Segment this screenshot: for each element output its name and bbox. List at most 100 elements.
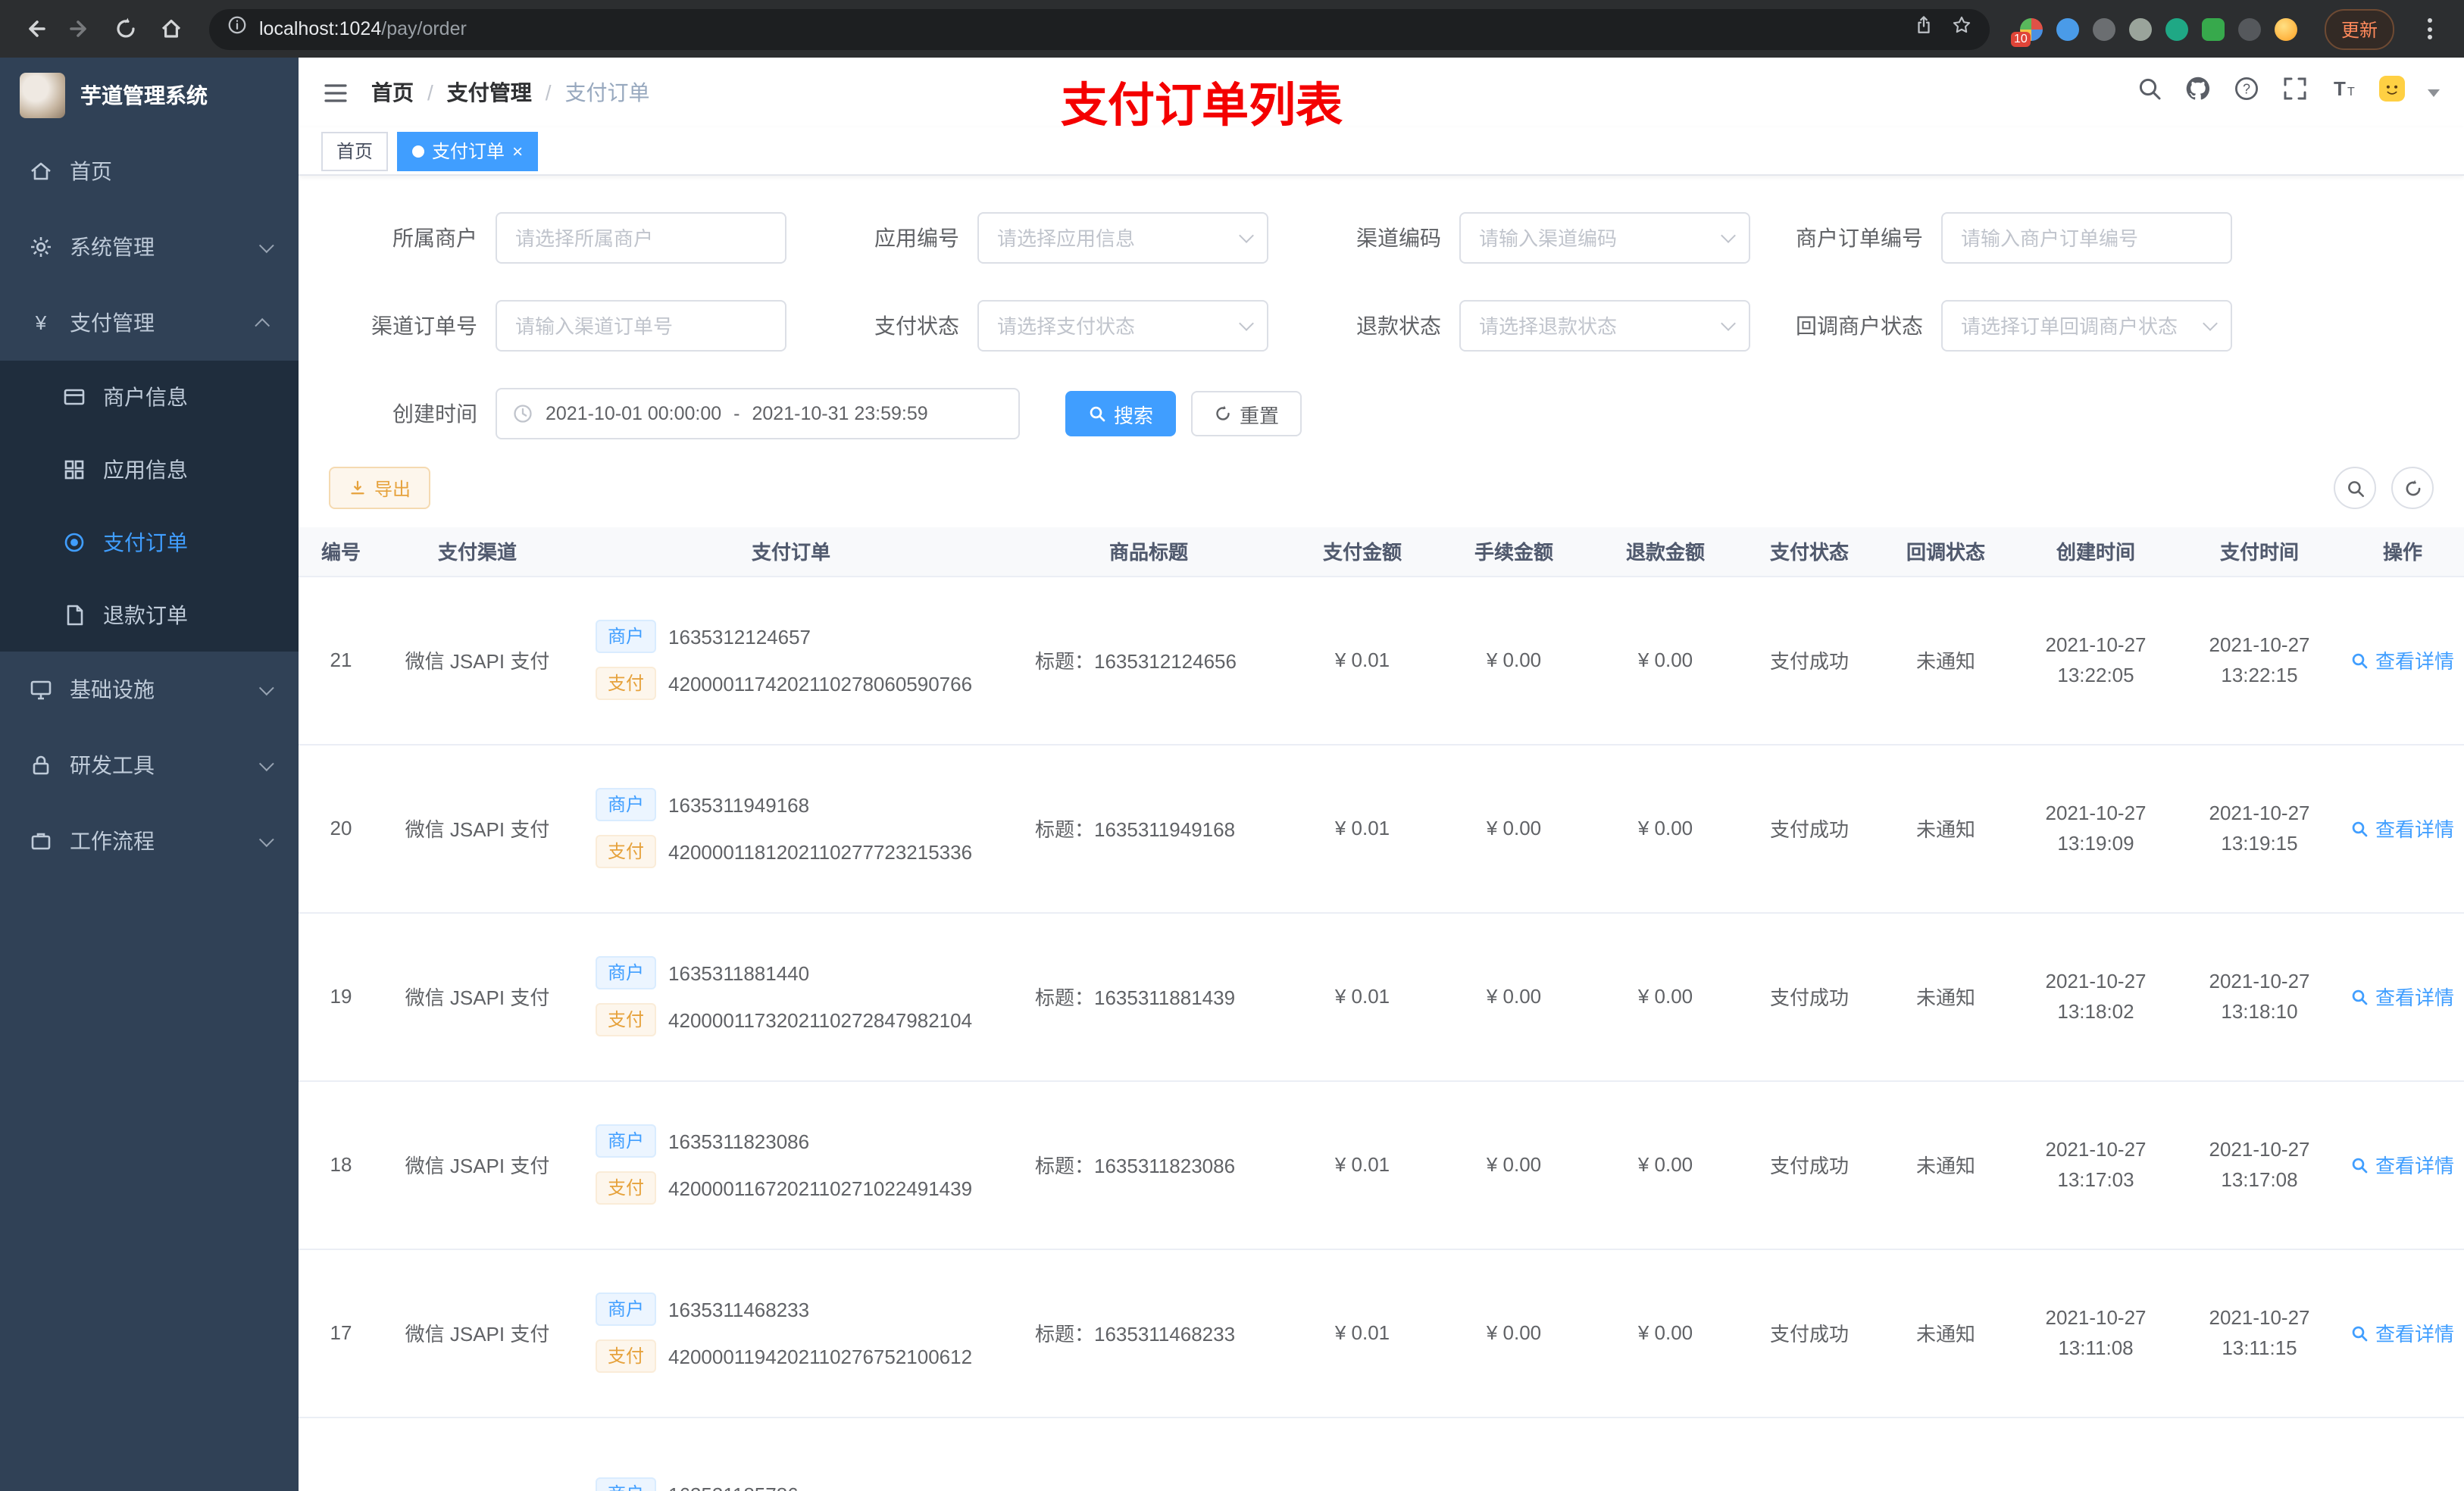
sidebar-item-dev-tools[interactable]: 研发工具 — [0, 727, 299, 803]
search-icon — [2353, 1325, 2369, 1341]
view-detail-link[interactable]: 查看详情 — [2351, 1318, 2454, 1347]
extension-blue-icon[interactable] — [2056, 17, 2079, 40]
site-info-icon[interactable] — [227, 15, 247, 42]
caret-down-icon[interactable] — [2428, 89, 2440, 96]
toggle-search-button[interactable] — [2334, 467, 2376, 509]
tab-pay-order[interactable]: 支付订单 × — [397, 131, 539, 170]
home-icon[interactable] — [152, 9, 191, 48]
table-body: 21 微信 JSAPI 支付 商户 1635312124657 支付 42000… — [299, 576, 2464, 1491]
sidebar-item-payment[interactable]: ¥ 支付管理 — [0, 285, 299, 361]
cell-pay-status: 支付成功 — [1741, 744, 1878, 913]
bookmark-star-icon[interactable] — [1952, 15, 1972, 42]
merchant-order-no-input[interactable] — [1941, 212, 2232, 264]
cell-pay-order: 商户 163531185786 — [571, 1417, 1011, 1491]
yen-icon: ¥ — [35, 311, 47, 334]
github-icon[interactable] — [2185, 76, 2211, 109]
font-size-icon[interactable]: TT — [2331, 76, 2356, 109]
table-toolbar: 导出 — [299, 467, 2464, 509]
cell-amount — [1287, 1417, 1438, 1491]
cell-fee: ¥ 0.00 — [1438, 576, 1590, 745]
reload-icon[interactable] — [106, 9, 145, 48]
field-label: 所属商户 — [392, 226, 477, 250]
cell-create-time: 2021-10-27 13:19:09 — [2014, 744, 2178, 913]
extension-dark-icon[interactable] — [2237, 17, 2261, 40]
sidebar-item-system[interactable]: 系统管理 — [0, 209, 299, 285]
logo-title: 芋道管理系统 — [80, 83, 208, 108]
app-select[interactable] — [977, 212, 1268, 264]
refund-status-select[interactable] — [1459, 300, 1750, 352]
cell-id: 17 — [299, 1249, 383, 1418]
merchant-order-no: 1635311949168 — [668, 793, 810, 816]
pay-status-select[interactable] — [977, 300, 1268, 352]
extension-badge: 10 — [2010, 31, 2031, 46]
help-icon[interactable]: ? — [2234, 76, 2259, 109]
column-header: 支付订单 — [571, 527, 1011, 577]
breadcrumb-home[interactable]: 首页 — [371, 77, 414, 108]
avatar[interactable] — [2379, 76, 2405, 109]
extension-grid-icon[interactable]: 10 — [2010, 17, 2043, 46]
cell-fee: ¥ 0.00 — [1438, 744, 1590, 913]
export-button[interactable]: 导出 — [329, 467, 431, 509]
browser-update-button[interactable]: 更新 — [2324, 8, 2394, 49]
back-icon[interactable] — [15, 9, 55, 48]
reset-button[interactable]: 重置 — [1191, 391, 1302, 436]
extension-green-icon[interactable] — [2201, 17, 2225, 40]
forward-icon[interactable] — [61, 9, 100, 48]
cell-actions: 查看详情 — [2341, 912, 2464, 1081]
cell-channel: 微信 JSAPI 支付 — [383, 1080, 571, 1249]
view-detail-link[interactable]: 查看详情 — [2351, 1150, 2454, 1179]
cell-title: 标题：1635311468233 — [1011, 1249, 1287, 1418]
cell-amount: ¥ 0.01 — [1287, 744, 1438, 913]
extension-gray-icon[interactable] — [2092, 17, 2115, 40]
refresh-icon — [2405, 479, 2420, 495]
cell-notify-status: 未通知 — [1878, 1080, 2014, 1249]
browser-menu-icon[interactable] — [2409, 9, 2449, 48]
channel-order-no-input[interactable] — [496, 300, 786, 352]
breadcrumb-pay-management[interactable]: 支付管理 — [447, 77, 532, 108]
merchant-tag: 商户 — [596, 1477, 657, 1491]
view-detail-link[interactable]: 查看详情 — [2351, 982, 2454, 1011]
tab-home[interactable]: 首页 — [321, 131, 389, 170]
sidebar-item-pay-order[interactable]: 支付订单 — [0, 506, 299, 579]
sidebar-item-home[interactable]: 首页 — [0, 133, 299, 209]
cell-actions — [2341, 1417, 2464, 1491]
view-detail-link[interactable]: 查看详情 — [2351, 645, 2454, 674]
sidebar-item-infrastructure[interactable]: 基础设施 — [0, 652, 299, 727]
date-start: 2021-10-01 00:00:00 — [546, 403, 722, 424]
refresh-table-button[interactable] — [2391, 467, 2434, 509]
sidebar-item-workflow[interactable]: 工作流程 — [0, 803, 299, 879]
cell-fee — [1438, 1417, 1590, 1491]
search-icon — [2353, 1157, 2369, 1173]
extension-sage-icon[interactable] — [2128, 17, 2152, 40]
cell-pay-status: 支付成功 — [1741, 1080, 1878, 1249]
cell-refund: ¥ 0.00 — [1590, 744, 1741, 913]
view-detail-link[interactable]: 查看详情 — [2351, 814, 2454, 842]
url-bar[interactable]: localhost:1024/pay/order — [209, 8, 1990, 49]
extension-emoji-icon[interactable] — [2274, 17, 2297, 40]
cell-notify-status: 未通知 — [1878, 576, 2014, 745]
cell-title — [1011, 1417, 1287, 1491]
column-header: 支付金额 — [1287, 527, 1438, 577]
column-header: 退款金额 — [1590, 527, 1741, 577]
cell-pay-status: 支付成功 — [1741, 912, 1878, 1081]
sidebar-item-app-info[interactable]: 应用信息 — [0, 433, 299, 506]
sidebar-item-refund-order[interactable]: 退款订单 — [0, 579, 299, 652]
extension-teal-icon[interactable] — [2165, 17, 2188, 40]
close-icon[interactable]: × — [512, 142, 523, 160]
search-button[interactable]: 搜索 — [1065, 391, 1177, 436]
share-icon[interactable] — [1914, 15, 1934, 42]
svg-text:T: T — [2334, 77, 2346, 100]
hamburger-icon[interactable] — [323, 80, 349, 105]
sidebar-item-merchant-info[interactable]: 商户信息 — [0, 361, 299, 433]
date-range-picker[interactable]: 2021-10-01 00:00:00 - 2021-10-31 23:59:5… — [496, 388, 1020, 439]
date-end: 2021-10-31 23:59:59 — [752, 403, 928, 424]
fullscreen-icon[interactable] — [2282, 76, 2308, 109]
search-icon[interactable] — [2137, 76, 2162, 109]
channel-code-select[interactable] — [1459, 212, 1750, 264]
notify-status-select[interactable] — [1941, 300, 2232, 352]
chevron-down-icon — [258, 831, 274, 847]
merchant-select[interactable] — [496, 212, 786, 264]
merchant-tag: 商户 — [596, 1124, 657, 1158]
svg-text:¥: ¥ — [35, 311, 47, 334]
cell-amount: ¥ 0.01 — [1287, 912, 1438, 1081]
